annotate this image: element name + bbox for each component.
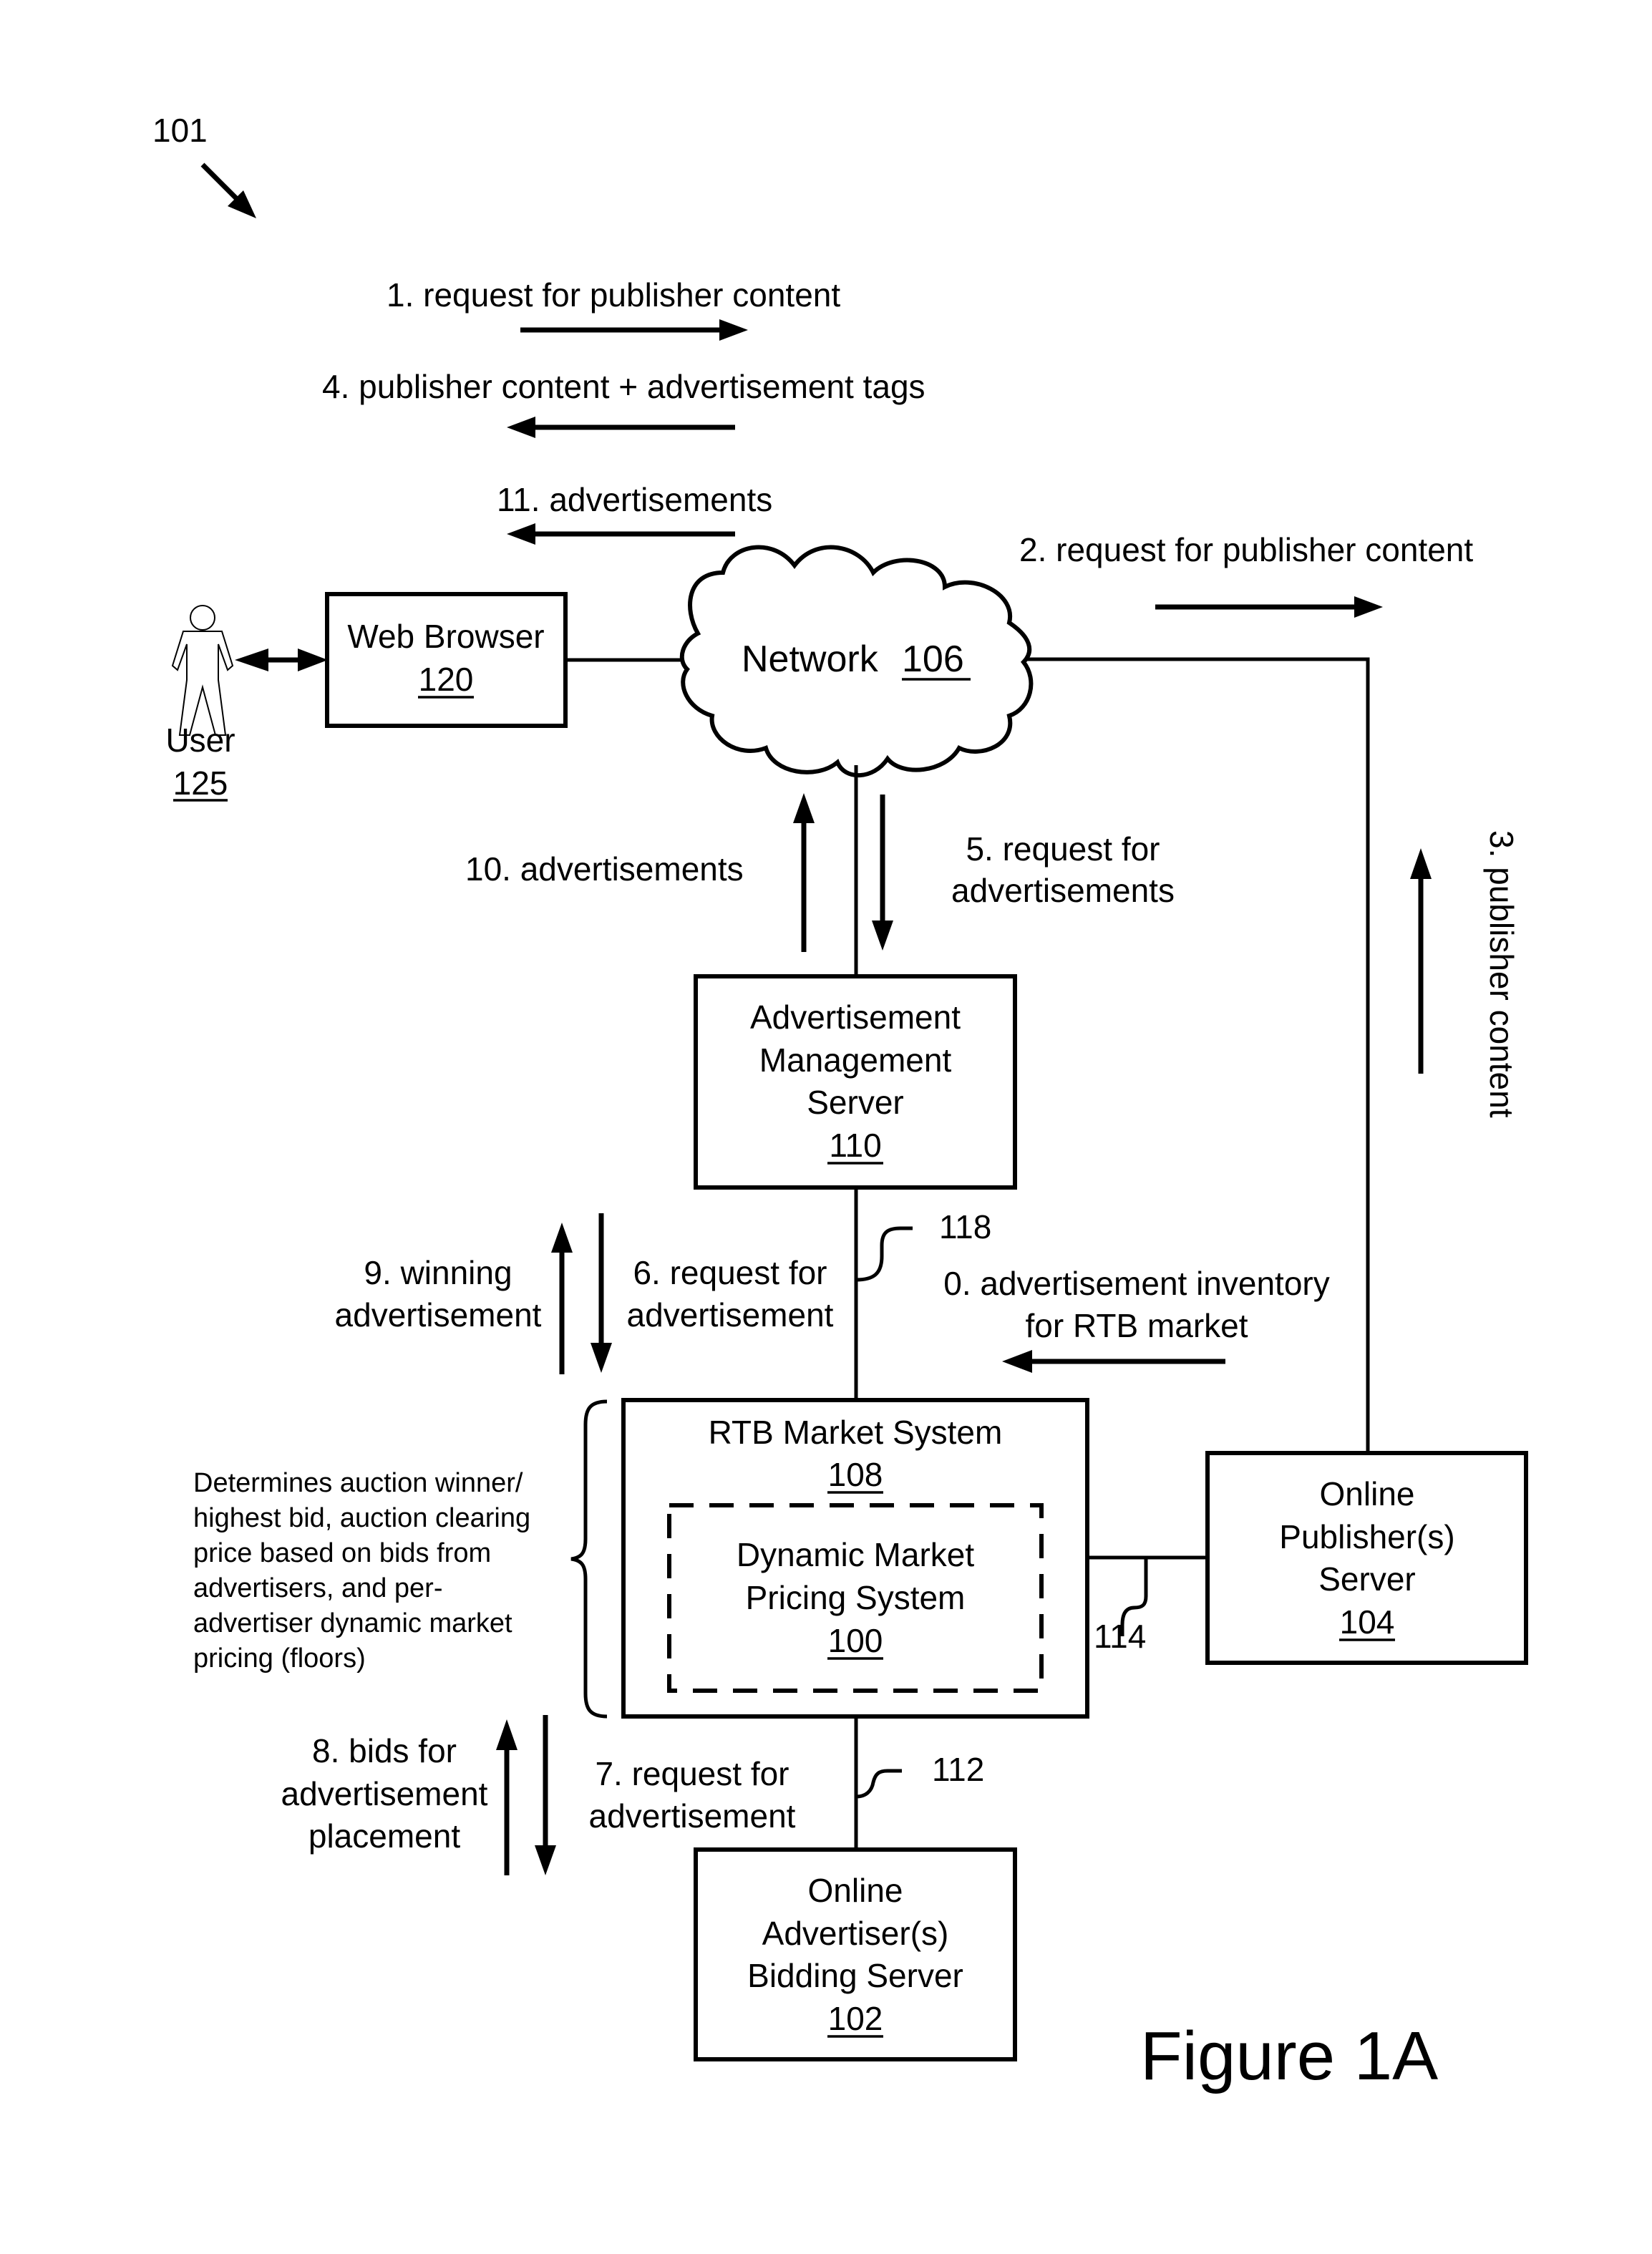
flow-8-arrow bbox=[496, 1719, 518, 1875]
publisher-ref: 104 bbox=[1340, 1603, 1395, 1641]
flow-2-label: 2. request for publisher content bbox=[1019, 531, 1473, 568]
publisher-label-line1: Online bbox=[1320, 1475, 1415, 1512]
user-icon bbox=[171, 605, 234, 736]
web-browser-node: Web Browser 120 bbox=[325, 592, 568, 728]
annotation-text: Determines auction winner/ highest bid, … bbox=[193, 1468, 530, 1674]
figure-ref-arrow bbox=[200, 162, 256, 218]
diagram-canvas: 101 1. request for publisher content 4. … bbox=[152, 112, 1528, 2094]
figure-ref-number: 101 bbox=[152, 112, 208, 149]
flow-5-arrow bbox=[872, 795, 893, 951]
flow-8-label-line1: 8. bids for bbox=[312, 1732, 457, 1769]
flow-1-label: 1. request for publisher content bbox=[387, 276, 840, 314]
annotation-line: pricing (floors) bbox=[193, 1643, 366, 1674]
ad-management-server-node: Advertisement Management Server 110 bbox=[694, 974, 1017, 1190]
network-node: Network 106 bbox=[679, 545, 1034, 778]
flow-0-arrow bbox=[1002, 1350, 1225, 1373]
network-ref: 106 bbox=[902, 638, 964, 680]
connector-112-leader bbox=[855, 1769, 902, 1799]
flow-3-arrow bbox=[1410, 848, 1432, 1074]
flow-6-label-line1: 6. request for bbox=[633, 1254, 827, 1291]
ams-label-line2: Management bbox=[759, 1041, 952, 1079]
web-browser-label: Web Browser bbox=[347, 618, 544, 655]
annotation-line: highest bid, auction clearing bbox=[193, 1503, 530, 1533]
flow-4-arrow bbox=[507, 417, 735, 438]
connector-118-leader bbox=[855, 1226, 913, 1282]
flow-1-arrow bbox=[520, 319, 748, 341]
flow-6-arrow bbox=[591, 1213, 612, 1373]
flow-5-label-line1: 5. request for bbox=[966, 830, 1160, 868]
flow-2-arrow bbox=[1155, 596, 1383, 618]
annotation-brace bbox=[570, 1399, 608, 1719]
ams-label-line1: Advertisement bbox=[750, 999, 961, 1036]
flow-10-label: 10. advertisements bbox=[465, 850, 744, 888]
user-ref: 125 bbox=[173, 764, 228, 802]
flow-8-label-line3: placement bbox=[308, 1817, 460, 1855]
annotation-line: Determines auction winner/ bbox=[193, 1468, 523, 1498]
advertiser-label-line1: Online bbox=[808, 1872, 903, 1909]
flow-0-label-line1: 0. advertisement inventory bbox=[943, 1265, 1330, 1302]
publisher-server-node: Online Publisher(s) Server 104 bbox=[1205, 1451, 1528, 1665]
annotation-line: advertiser dynamic market bbox=[193, 1608, 512, 1638]
connector-114-label: 114 bbox=[1094, 1618, 1146, 1655]
flow-3-label: 3. publisher content bbox=[1483, 830, 1520, 1118]
annotation-line: advertisers, and per- bbox=[193, 1573, 443, 1603]
flow-8-label-line2: advertisement bbox=[281, 1775, 488, 1812]
flow-5-label-line2: advertisements bbox=[951, 872, 1175, 909]
advertiser-bidding-server-node: Online Advertiser(s) Bidding Server 102 bbox=[694, 1847, 1017, 2061]
dmps-label-line2: Pricing System bbox=[746, 1579, 966, 1616]
publisher-label-line2: Publisher(s) bbox=[1279, 1518, 1454, 1555]
flow-0-label-line2: for RTB market bbox=[1026, 1307, 1248, 1344]
flow-6-label-line2: advertisement bbox=[627, 1296, 834, 1334]
flow-9-arrow bbox=[551, 1223, 573, 1374]
advertiser-ref: 102 bbox=[828, 2000, 883, 2037]
flow-7-label-line2: advertisement bbox=[589, 1797, 796, 1835]
connector-112-label: 112 bbox=[932, 1751, 984, 1788]
figure-caption: Figure 1A bbox=[1140, 2018, 1438, 2094]
flow-4-label: 4. publisher content + advertisement tag… bbox=[322, 368, 925, 405]
dmps-ref: 100 bbox=[828, 1622, 883, 1659]
flow-11-label: 11. advertisements bbox=[497, 481, 772, 518]
user-browser-arrow bbox=[235, 648, 328, 671]
ams-ref: 110 bbox=[829, 1127, 881, 1164]
flow-7-arrow bbox=[535, 1715, 556, 1875]
annotation-line: price based on bids from bbox=[193, 1538, 491, 1568]
ams-label-line3: Server bbox=[807, 1084, 903, 1121]
web-browser-ref: 120 bbox=[419, 661, 474, 698]
flow-11-arrow bbox=[507, 523, 735, 545]
rtb-ref: 108 bbox=[828, 1456, 883, 1493]
flow-9-label-line1: 9. winning bbox=[364, 1254, 512, 1291]
advertiser-label-line2: Advertiser(s) bbox=[762, 1915, 949, 1952]
connector-118-label: 118 bbox=[939, 1208, 991, 1245]
flow-7-label-line1: 7. request for bbox=[595, 1755, 789, 1792]
network-label: Network bbox=[742, 638, 879, 680]
advertiser-label-line3: Bidding Server bbox=[747, 1957, 963, 1994]
user-label: User bbox=[165, 722, 235, 759]
publisher-label-line3: Server bbox=[1318, 1560, 1415, 1598]
dmps-label-line1: Dynamic Market bbox=[737, 1536, 975, 1573]
flow-9-label-line2: advertisement bbox=[335, 1296, 542, 1334]
rtb-label: RTB Market System bbox=[709, 1414, 1003, 1451]
flow-10-arrow bbox=[793, 793, 815, 952]
